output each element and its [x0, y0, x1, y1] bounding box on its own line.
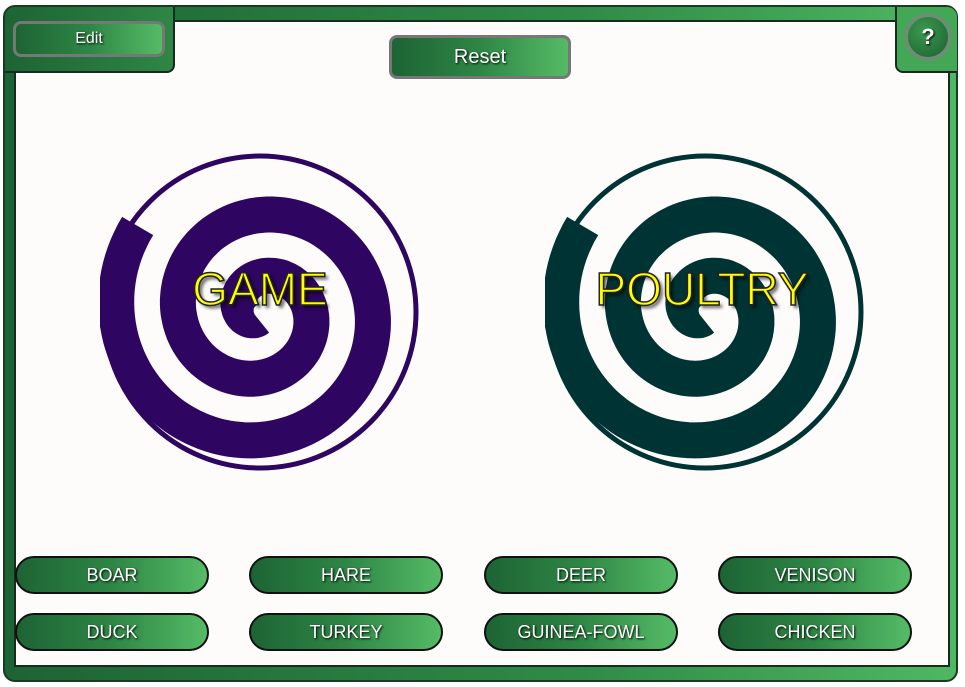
- category-label-poultry: POULTRY: [595, 262, 810, 316]
- item-venison[interactable]: VENISON: [718, 556, 912, 594]
- item-boar[interactable]: BOAR: [15, 556, 209, 594]
- edit-button[interactable]: Edit: [13, 21, 165, 57]
- item-chicken[interactable]: CHICKEN: [718, 613, 912, 651]
- item-hare[interactable]: HARE: [249, 556, 443, 594]
- help-icon: ?: [921, 24, 935, 49]
- category-label-game: GAME: [192, 262, 329, 316]
- item-deer[interactable]: DEER: [484, 556, 678, 594]
- spiral-band: [545, 196, 836, 459]
- help-button[interactable]: ?: [904, 13, 952, 61]
- item-guinea-fowl[interactable]: GUINEA-FOWL: [484, 613, 678, 651]
- spiral-band: [100, 196, 391, 459]
- item-duck[interactable]: DUCK: [15, 613, 209, 651]
- item-turkey[interactable]: TURKEY: [249, 613, 443, 651]
- reset-button[interactable]: Reset: [389, 35, 571, 79]
